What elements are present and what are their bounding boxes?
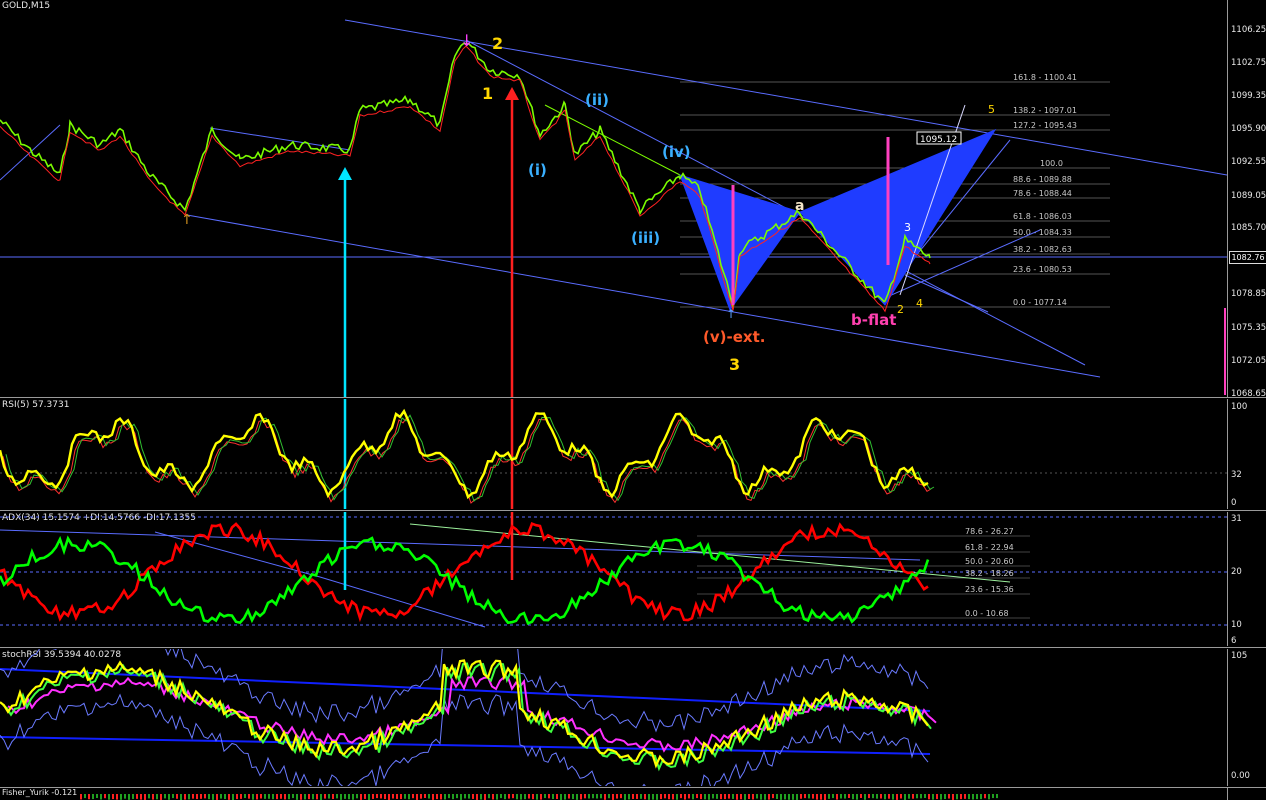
price-tick: 1075.35 (1231, 323, 1266, 333)
stochrsi-axis: 105 0.00 (1227, 649, 1266, 786)
adx-fib-label: 38.2 - 18.26 (965, 569, 1014, 578)
stochrsi-pane[interactable]: stochRSI 39.5394 40.0278 (0, 649, 1227, 786)
price-tick: 1099.35 (1231, 91, 1266, 101)
down-arrow-icon: ↓ (460, 31, 473, 50)
fisher-canvas (80, 794, 998, 800)
harmonic-pattern-right (799, 128, 997, 306)
rsi-canvas (0, 399, 1227, 509)
adx-canvas: 78.6 - 26.27 61.8 - 22.94 50.0 - 20.60 38.2… (0, 512, 1227, 628)
rsi-tick: 100 (1231, 402, 1248, 412)
rsi-tick: 0 (1231, 498, 1237, 508)
wave-1-label: 1 (482, 84, 493, 103)
fib-level-label: 38.2 - 1082.63 (1013, 245, 1072, 254)
price-tick: 1095.90 (1231, 124, 1266, 134)
price-tick: 1102.75 (1231, 58, 1266, 68)
subwave-iv-label: (iv) (662, 143, 691, 161)
moving-average (0, 45, 931, 313)
wave-2-label: 2 (492, 34, 503, 53)
price-axis: 1106.25 1102.75 1099.35 1095.90 1092.55 1089.… (1227, 0, 1266, 399)
trendline-green (544, 104, 681, 176)
current-price-box: 1082.76 (1229, 251, 1266, 264)
fib-level-label: 23.6 - 1080.53 (1013, 265, 1072, 274)
subwave-i-label: (i) (528, 161, 547, 179)
adx-fib-label: 0.0 - 10.68 (965, 609, 1009, 618)
adx-fib-label: 50.0 - 20.60 (965, 557, 1014, 566)
price-tick: 1092.55 (1231, 157, 1266, 167)
count-3-label: 3 (904, 221, 911, 234)
wave-a-label: a (795, 198, 804, 214)
target-price-text: 1095.12 (920, 135, 957, 145)
count-2-label: 2 (897, 303, 904, 316)
up-arrow-icon: ↑ (181, 212, 193, 228)
price-chart-pane[interactable]: GOLD,M15 161.8 - 1100.41 138.2 - 1097.01 1… (0, 0, 1227, 397)
adx-fib-label: 23.6 - 15.36 (965, 585, 1014, 594)
trendline-early2 (0, 124, 61, 181)
price-tick: 1085.70 (1231, 223, 1266, 233)
subwave-ii-label: (ii) (585, 91, 609, 109)
adx-fib-label: 78.6 - 26.27 (965, 527, 1014, 536)
fisher-pane[interactable]: Fisher_Yurik -0.121 (0, 788, 1227, 800)
rsi-tick: 32 (1231, 470, 1242, 480)
stochrsi-canvas (0, 649, 937, 786)
fib-level-label: 50.0 - 1084.33 (1013, 228, 1072, 237)
up-arrow-icon-2: ↑ (726, 307, 736, 321)
rsi-pane[interactable]: RSI(5) 57.3731 (0, 399, 1227, 509)
stoch-tick: 0.00 (1231, 771, 1250, 781)
adx-tick: 31 (1231, 514, 1242, 524)
subwave-iii-label: (iii) (631, 229, 660, 247)
fib-level-label: 88.6 - 1089.88 (1013, 175, 1072, 184)
rsi-axis: 100 32 0 (1227, 399, 1266, 509)
adx-pane[interactable]: ADX(34) 15.1574 +DI:14.5766 -DI:17.1355 … (0, 512, 1227, 646)
price-candles (0, 42, 931, 309)
fib-level-label: 127.2 - 1095.43 (1013, 121, 1077, 130)
count-4-label: 4 (916, 297, 923, 310)
b-flat-label: b-flat (851, 311, 896, 329)
fib-level-label: 100.0 (1040, 159, 1063, 168)
price-tick: 1089.05 (1231, 191, 1266, 201)
fisher-axis (1227, 788, 1266, 800)
adx-axis: 31 20 10 6 (1227, 512, 1266, 646)
price-tick: 1106.25 (1231, 25, 1266, 35)
fib-level-label: 78.6 - 1088.44 (1013, 189, 1072, 198)
adx-fib-label: 61.8 - 22.94 (965, 543, 1014, 552)
adx-tick: 10 (1231, 620, 1242, 630)
fib-level-label: 138.2 - 1097.01 (1013, 106, 1077, 115)
plus-di-line (0, 535, 930, 625)
fib-level-label: 161.8 - 1100.41 (1013, 73, 1077, 82)
price-chart-canvas: 161.8 - 1100.41 138.2 - 1097.01 127.2 - 10… (0, 19, 1227, 397)
price-tick: 1072.05 (1231, 356, 1266, 366)
adx-tick: 6 (1231, 636, 1237, 646)
fib-level-label: 61.8 - 1086.03 (1013, 212, 1072, 221)
price-tick: 1078.85 (1231, 289, 1266, 299)
fib-level-label: 0.0 - 1077.14 (1013, 298, 1067, 307)
subwave-v-label: (v)-ext. (703, 328, 765, 346)
adx-tick: 20 (1231, 567, 1242, 577)
trendline-upper (344, 19, 1227, 176)
stoch-tick: 105 (1231, 651, 1248, 661)
count-5-label: 5 (988, 103, 995, 116)
wave-3-label: 3 (729, 355, 740, 374)
trendline-mid (465, 39, 1086, 366)
